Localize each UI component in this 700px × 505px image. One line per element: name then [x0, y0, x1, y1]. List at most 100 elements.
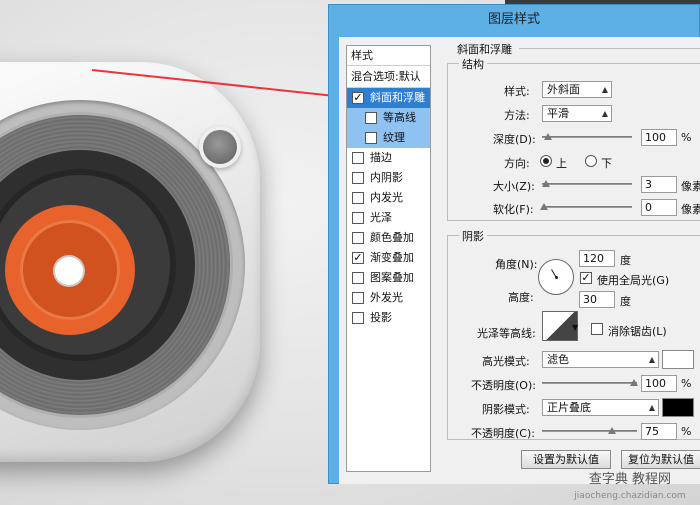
depth-slider[interactable] [542, 133, 632, 140]
style-item-checkbox[interactable] [352, 312, 364, 324]
style-item-label: 内发光 [370, 191, 403, 204]
size-unit: 像素 [681, 180, 700, 193]
altitude-unit: 度 [620, 295, 631, 308]
style-item-checkbox[interactable] [365, 112, 377, 124]
anti-alias-checkbox[interactable] [591, 323, 603, 335]
style-item[interactable]: 颜色叠加 [347, 228, 430, 248]
style-item-checkbox[interactable] [352, 192, 364, 204]
style-item[interactable]: 外发光 [347, 288, 430, 308]
style-item-checkbox[interactable] [352, 272, 364, 284]
size-label: 大小(Z): [493, 180, 535, 193]
shadow-color-swatch[interactable] [662, 398, 694, 417]
blend-options-item[interactable]: 混合选项:默认 [347, 66, 430, 88]
bevel-style-select[interactable]: 外斜面 ▲ [542, 81, 612, 98]
structure-legend: 结构 [459, 56, 487, 72]
style-item[interactable]: ✓ 渐变叠加 [347, 248, 430, 268]
technique-select[interactable]: 平滑 ▲ [542, 105, 612, 122]
style-item[interactable]: 图案叠加 [347, 268, 430, 288]
select-arrow-icon: ▲ [648, 403, 655, 412]
shadow-mode-label: 阴影模式: [482, 403, 530, 416]
angle-center-dot [555, 276, 558, 279]
highlight-opacity-label: 不透明度(O): [471, 379, 536, 392]
style-item-checkbox[interactable] [352, 292, 364, 304]
style-item-label: 等高线 [383, 111, 416, 124]
style-item[interactable]: 光泽 [347, 208, 430, 228]
style-item[interactable]: ✓ 斜面和浮雕 [347, 88, 430, 108]
style-item-label: 图案叠加 [370, 271, 414, 284]
soften-slider[interactable] [540, 203, 632, 210]
style-item-checkbox[interactable] [365, 132, 377, 144]
shadow-opacity-label: 不透明度(C): [471, 427, 535, 440]
style-item-label: 斜面和浮雕 [370, 91, 425, 104]
style-item-checkbox[interactable] [352, 152, 364, 164]
size-slider[interactable] [542, 180, 632, 187]
altitude-input[interactable]: 30 [579, 291, 615, 308]
style-item-label: 纹理 [383, 131, 405, 144]
style-item[interactable]: 内发光 [347, 188, 430, 208]
global-light-checkbox[interactable]: ✓ [580, 272, 592, 284]
style-item-checkbox[interactable]: ✓ [352, 92, 364, 104]
slider-thumb[interactable] [540, 203, 548, 210]
highlight-mode-value: 滤色 [547, 353, 569, 366]
soften-input[interactable]: 0 [641, 199, 677, 216]
watermark-line1: 查字典 教程网 [588, 472, 672, 487]
highlight-color-swatch[interactable] [662, 350, 694, 369]
direction-up-radio[interactable] [540, 155, 552, 167]
select-arrow-icon: ▲ [648, 355, 655, 364]
technique-value: 平滑 [547, 107, 569, 120]
style-item[interactable]: 投影 [347, 308, 430, 328]
slider-thumb[interactable] [630, 379, 638, 386]
direction-label: 方向: [504, 157, 530, 170]
dialog-body: 样式 混合选项:默认 ✓ 斜面和浮雕等高线纹理描边内阴影内发光光泽 颜色叠加 ✓ 渐变叠… [339, 37, 700, 484]
set-default-button[interactable]: 设置为默认值 [521, 450, 611, 469]
highlight-opacity-unit: % [681, 377, 692, 390]
slider-thumb[interactable] [608, 427, 616, 434]
direction-down-radio[interactable] [585, 155, 597, 167]
direction-up-label: 上 [556, 157, 567, 170]
shadow-opacity-slider[interactable] [542, 427, 637, 434]
shadow-mode-value: 正片叠底 [547, 401, 591, 414]
section-title: 斜面和浮雕 [457, 43, 512, 56]
contour-dropdown-icon[interactable]: ▼ [572, 323, 578, 332]
style-item-checkbox[interactable]: ✓ [352, 252, 364, 264]
angle-input[interactable]: 120 [579, 250, 615, 267]
highlight-mode-select[interactable]: 滤色 ▲ [542, 351, 659, 368]
global-light-label: 使用全局光(G) [597, 274, 670, 287]
angle-dial[interactable] [538, 259, 574, 295]
reset-default-button[interactable]: 复位为默认值 [621, 450, 700, 469]
highlight-opacity-slider[interactable] [542, 379, 638, 386]
gloss-contour-label: 光泽等高线: [477, 327, 536, 340]
style-list: ✓ 斜面和浮雕等高线纹理描边内阴影内发光光泽 颜色叠加 ✓ 渐变叠加图案叠加外发光 投影 [347, 88, 430, 328]
select-arrow-icon: ▲ [601, 109, 608, 118]
screenshot-stage: 图层样式 样式 混合选项:默认 ✓ 斜面和浮雕 等高线 纹理 描边 内阴影 内发光 光泽 颜色叠… [0, 0, 700, 505]
watermark-line2: jiaocheng.chazidian.com [574, 491, 686, 501]
angle-label: 角度(N): [495, 258, 538, 271]
style-item-checkbox[interactable] [352, 212, 364, 224]
style-item[interactable]: 内阴影 [347, 168, 430, 188]
angle-unit: 度 [620, 254, 631, 267]
depth-input[interactable]: 100 [641, 129, 677, 146]
styles-header[interactable]: 样式 [347, 46, 430, 66]
soften-unit: 像素 [681, 203, 700, 216]
bevel-style-value: 外斜面 [547, 83, 580, 96]
style-item-label: 内阴影 [370, 171, 403, 184]
soften-label: 软化(F): [493, 203, 534, 216]
shadow-opacity-input[interactable]: 75 [641, 423, 677, 440]
size-input[interactable]: 3 [641, 176, 677, 193]
style-item-checkbox[interactable] [352, 172, 364, 184]
style-item[interactable]: 等高线 [347, 108, 430, 128]
layer-style-dialog: 图层样式 样式 混合选项:默认 ✓ 斜面和浮雕 等高线 纹理 描边 内阴影 内发光 光泽 颜色叠… [328, 4, 700, 484]
shadow-mode-select[interactable]: 正片叠底 ▲ [542, 399, 659, 416]
style-item-checkbox[interactable] [352, 232, 364, 244]
technique-label: 方法: [504, 109, 530, 122]
highlight-opacity-input[interactable]: 100 [641, 375, 677, 392]
style-item-label: 渐变叠加 [370, 251, 414, 264]
direction-down-label: 下 [601, 157, 612, 170]
highlight-mode-label: 高光模式: [482, 355, 530, 368]
depth-unit: % [681, 131, 692, 144]
slider-thumb[interactable] [544, 133, 552, 140]
slider-thumb[interactable] [542, 180, 550, 187]
style-item[interactable]: 描边 [347, 148, 430, 168]
style-item[interactable]: 纹理 [347, 128, 430, 148]
style-item-label: 描边 [370, 151, 392, 164]
